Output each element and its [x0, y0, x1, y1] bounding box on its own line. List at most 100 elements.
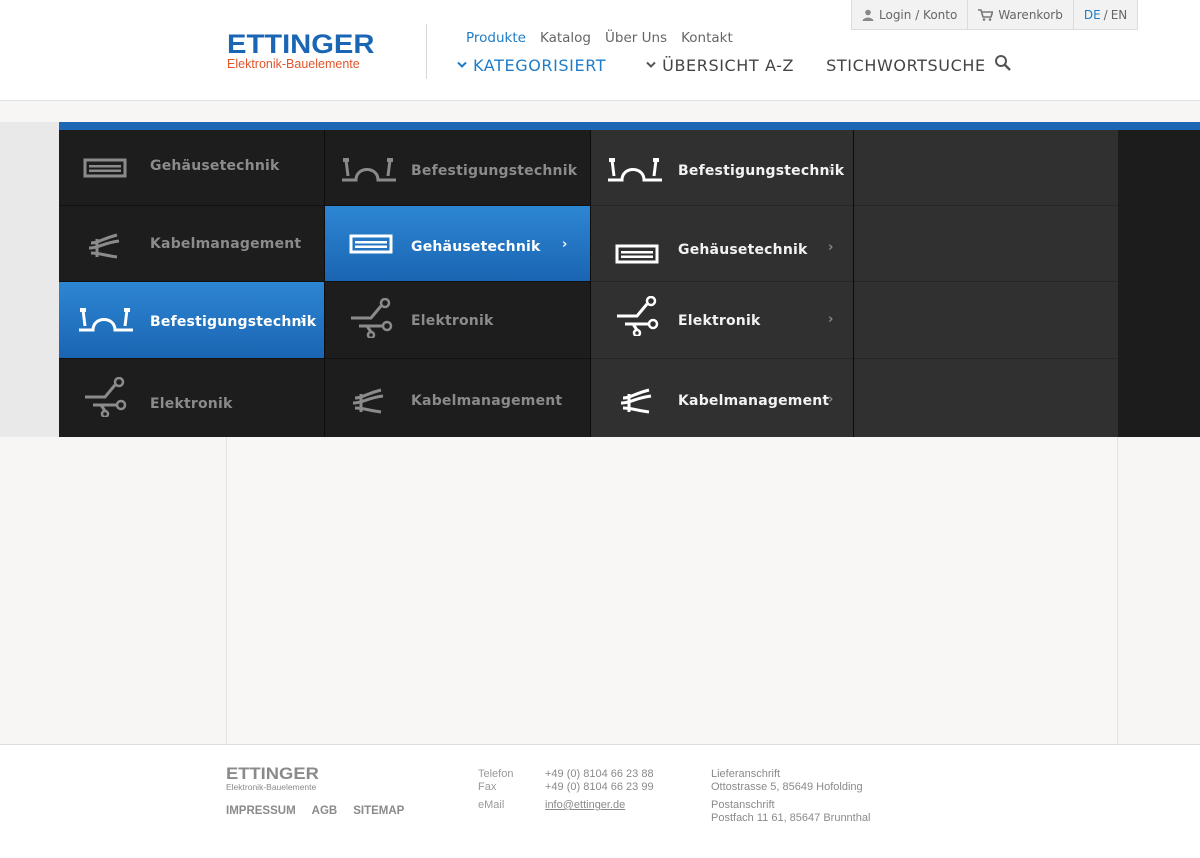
- search-icon: [986, 54, 1012, 76]
- chevron-right-icon: ›: [562, 237, 568, 252]
- menu1-item-kabelmanagement[interactable]: Kabelmanagement: [59, 206, 324, 282]
- chevron-down-icon: [449, 59, 467, 72]
- nav-kategorisiert-label: KATEGORISIERT: [473, 55, 607, 75]
- nav-uebersicht[interactable]: ÜBERSICHT A-Z: [638, 56, 794, 75]
- menu2-item-elektronik[interactable]: Elektronik: [325, 282, 590, 359]
- menu2-label: Kabelmanagement: [411, 393, 563, 409]
- menu-column-4: [854, 130, 1118, 437]
- menu1-label: Gehäusetechnik: [150, 158, 280, 174]
- menu1-label: Befestigungstechnik: [150, 314, 317, 330]
- menu-column-3: Befestigungstechnik › Gehäusetechnik › E…: [591, 130, 853, 437]
- footer-link-agb[interactable]: AGB: [312, 805, 338, 817]
- menu2-item-befestigungstechnik[interactable]: Befestigungstechnik: [325, 130, 590, 206]
- menu2-label: Gehäusetechnik: [411, 239, 541, 255]
- chevron-right-icon: ›: [828, 162, 834, 177]
- chevron-right-icon: ›: [828, 240, 834, 255]
- footer-links: IMPRESSUM AGB SITEMAP: [226, 805, 404, 817]
- logo-tagline: Elektronik-Bauelemente: [227, 57, 360, 71]
- lang-en[interactable]: EN: [1111, 8, 1128, 22]
- menu2-item-gehaeusetechnik[interactable]: Gehäusetechnik ›: [325, 206, 590, 282]
- menu3-label: Gehäusetechnik: [678, 242, 808, 258]
- language-switch: DE / EN: [1074, 0, 1137, 30]
- menu1-item-befestigungstechnik[interactable]: Befestigungstechnik ›: [59, 282, 324, 359]
- chevron-right-icon: ›: [828, 392, 834, 407]
- nav-katalog[interactable]: Katalog: [540, 30, 591, 46]
- nav-stichwortsuche-label: STICHWORTSUCHE: [826, 55, 986, 75]
- postal-address: Postfach 11 61, 85647 Brunnthal: [711, 812, 871, 824]
- content-area: [226, 437, 1118, 744]
- postal-address-label: Postanschrift: [711, 799, 775, 811]
- menu3-item-kabelmanagement[interactable]: Kabelmanagement ›: [591, 359, 853, 437]
- top-navigation: Produkte Katalog Über Uns Kontakt: [466, 30, 733, 46]
- menu3-item-elektronik[interactable]: Elektronik ›: [591, 282, 853, 359]
- phone-label: Telefon: [478, 768, 514, 780]
- menu1-item-gehaeusetechnik[interactable]: Gehäusetechnik: [59, 130, 324, 206]
- menu-backdrop-right: [1118, 122, 1200, 437]
- footer-link-impressum[interactable]: IMPRESSUM: [226, 805, 296, 817]
- fastening-icon: [77, 304, 135, 336]
- footer-logo-wordmark: ETTINGER: [226, 764, 319, 783]
- menu4-empty-row: [854, 130, 1118, 206]
- menu2-label: Befestigungstechnik: [411, 163, 578, 179]
- menu4-empty-row: [854, 206, 1118, 282]
- footer-contact-labels: Telefon Fax eMail: [478, 768, 513, 812]
- menu1-label: Kabelmanagement: [150, 236, 302, 252]
- electronics-icon: [345, 298, 397, 338]
- cable-icon: [79, 230, 131, 262]
- menu3-item-befestigungstechnik[interactable]: Befestigungstechnik ›: [591, 130, 853, 206]
- site-header: ETTINGER Elektronik-Bauelemente Produkte…: [0, 0, 1200, 101]
- nav-uebersicht-label: ÜBERSICHT A-Z: [662, 55, 795, 75]
- footer-link-sitemap[interactable]: SITEMAP: [353, 805, 404, 817]
- nav-stichwortsuche[interactable]: STICHWORTSUCHE: [826, 54, 1012, 76]
- menu2-label: Elektronik: [411, 313, 494, 329]
- site-logo[interactable]: ETTINGER Elektronik-Bauelemente: [227, 30, 397, 71]
- menu1-item-elektronik[interactable]: Elektronik: [59, 359, 324, 437]
- menu3-item-gehaeusetechnik[interactable]: Gehäusetechnik ›: [591, 206, 853, 282]
- nav-kontakt[interactable]: Kontakt: [681, 30, 733, 46]
- housing-icon: [79, 152, 131, 184]
- login-label: Login / Konto: [879, 8, 958, 22]
- menu-column-1: Gehäusetechnik Kabelmanagement Befestigu…: [59, 130, 324, 437]
- phone-value: +49 (0) 8104 66 23 88: [545, 768, 654, 780]
- login-link[interactable]: Login / Konto: [852, 0, 969, 30]
- electronics-icon: [79, 377, 131, 417]
- main-navigation: KATEGORISIERT ÜBERSICHT A-Z STICHWORTSUC…: [449, 54, 1044, 76]
- chevron-down-icon: [638, 59, 656, 72]
- menu2-item-kabelmanagement[interactable]: Kabelmanagement: [325, 359, 590, 437]
- lang-separator: /: [1103, 8, 1108, 22]
- delivery-address: Ottostrasse 5, 85649 Hofolding: [711, 781, 863, 793]
- footer-logo-tagline: Elektronik-Bauelemente: [226, 782, 317, 792]
- utility-bar: Login / Konto Warenkorb DE / EN: [851, 0, 1139, 30]
- email-label: eMail: [478, 799, 505, 811]
- menu-accent-bar: [59, 122, 1200, 130]
- nav-ueber-uns[interactable]: Über Uns: [605, 30, 667, 46]
- cable-icon: [343, 385, 395, 417]
- cart-link[interactable]: Warenkorb: [968, 0, 1074, 30]
- housing-icon: [611, 238, 663, 270]
- footer-logo[interactable]: ETTINGER Elektronik-Bauelemente: [226, 765, 319, 792]
- chevron-right-icon: ›: [300, 313, 306, 328]
- site-footer: ETTINGER Elektronik-Bauelemente IMPRESSU…: [0, 744, 1200, 858]
- fax-label: Fax: [478, 781, 497, 793]
- email-link[interactable]: info@ettinger.de: [545, 799, 654, 812]
- nav-kategorisiert[interactable]: KATEGORISIERT: [449, 56, 606, 75]
- header-divider: [426, 24, 427, 79]
- fastening-icon: [606, 154, 664, 186]
- nav-produkte[interactable]: Produkte: [466, 30, 526, 46]
- menu1-label: Elektronik: [150, 396, 233, 412]
- menu3-label: Kabelmanagement: [678, 393, 830, 409]
- menu-column-2: Befestigungstechnik Gehäusetechnik › Ele…: [325, 130, 590, 437]
- cart-label: Warenkorb: [998, 8, 1063, 22]
- housing-icon: [345, 228, 397, 260]
- delivery-address-label: Lieferanschrift: [711, 768, 781, 780]
- electronics-icon: [611, 296, 663, 336]
- menu3-label: Elektronik: [678, 313, 761, 329]
- chevron-right-icon: ›: [828, 312, 834, 327]
- menu4-empty-row: [854, 359, 1118, 437]
- user-icon: [862, 9, 874, 21]
- cart-icon: [978, 9, 994, 21]
- cable-icon: [611, 385, 663, 417]
- lang-de[interactable]: DE: [1084, 8, 1101, 22]
- footer-address: Lieferanschrift Ottostrasse 5, 85649 Hof…: [711, 768, 870, 825]
- menu-backdrop-left: [0, 122, 59, 437]
